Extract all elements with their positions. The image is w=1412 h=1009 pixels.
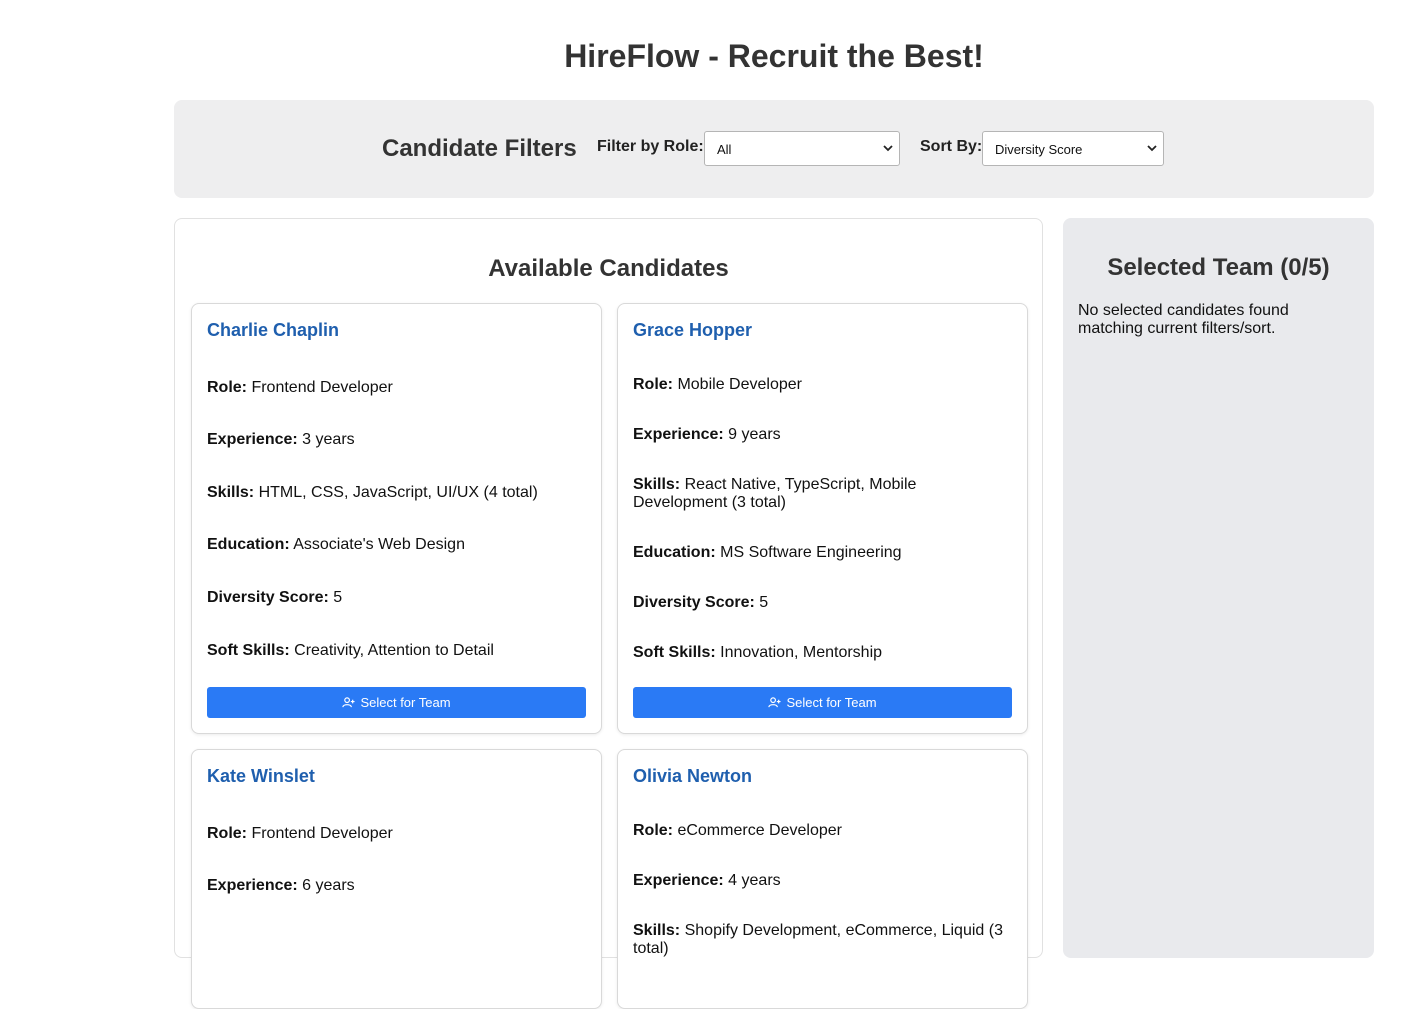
candidate-role: Role: eCommerce Developer xyxy=(633,822,842,839)
candidate-name[interactable]: Charlie Chaplin xyxy=(207,320,339,341)
candidate-card: Kate Winslet Role: Frontend Developer Ex… xyxy=(191,749,602,1009)
available-candidates-panel: Available Candidates Charlie Chaplin Rol… xyxy=(174,218,1043,1009)
candidate-education: Education: MS Software Engineering xyxy=(633,544,902,561)
select-for-team-button[interactable]: Select for Team xyxy=(207,687,586,718)
candidate-diversity-score: Diversity Score: 5 xyxy=(207,589,343,606)
empty-team-message: No selected candidates found matching cu… xyxy=(1078,302,1289,337)
candidate-experience: Experience: 9 years xyxy=(633,426,781,443)
available-candidates-title: Available Candidates xyxy=(488,255,729,282)
candidate-card: Grace Hopper Role: Mobile Developer Expe… xyxy=(617,303,1028,734)
sort-select[interactable]: Diversity Score xyxy=(982,131,1164,166)
candidate-role: Role: Frontend Developer xyxy=(207,379,393,396)
sort-value: Diversity Score xyxy=(995,142,1083,157)
select-for-team-label: Select for Team xyxy=(360,695,451,710)
candidate-diversity-score: Diversity Score: 5 xyxy=(633,594,769,611)
role-filter-value: All xyxy=(717,142,732,157)
candidate-experience: Experience: 4 years xyxy=(633,872,781,889)
app-title: HireFlow - Recruit the Best! xyxy=(564,38,984,74)
sort-label: Sort By: xyxy=(920,138,983,155)
selected-team-panel: Selected Team (0/5) No selected candidat… xyxy=(1063,218,1374,958)
filters-bar: Candidate Filters Filter by Role: All So… xyxy=(174,100,1374,198)
candidate-role: Role: Mobile Developer xyxy=(633,376,802,393)
candidate-skills: Skills: HTML, CSS, JavaScript, UI/UX (4 … xyxy=(207,484,538,501)
candidate-soft-skills: Soft Skills: Innovation, Mentorship xyxy=(633,644,883,661)
candidate-card: Charlie Chaplin Role: Frontend Developer… xyxy=(191,303,602,734)
candidate-skills: Skills: React Native, TypeScript, Mobile… xyxy=(633,476,917,511)
selected-team-title: Selected Team (0/5) xyxy=(1107,254,1330,281)
candidate-card: Olivia Newton Role: eCommerce Developer … xyxy=(617,749,1028,1009)
candidate-name[interactable]: Grace Hopper xyxy=(633,320,752,341)
role-filter-select[interactable]: All xyxy=(704,131,900,166)
user-plus-icon xyxy=(768,697,781,708)
candidate-experience: Experience: 3 years xyxy=(207,431,355,448)
candidate-soft-skills: Soft Skills: Creativity, Attention to De… xyxy=(207,642,494,659)
candidate-name[interactable]: Kate Winslet xyxy=(207,766,315,787)
chevron-down-icon xyxy=(883,145,893,152)
candidate-skills: Skills: Shopify Development, eCommerce, … xyxy=(633,922,1003,957)
candidate-role: Role: Frontend Developer xyxy=(207,825,393,842)
candidate-education: Education: Associate's Web Design xyxy=(207,536,465,553)
candidate-experience: Experience: 6 years xyxy=(207,877,355,894)
candidate-name[interactable]: Olivia Newton xyxy=(633,766,752,787)
chevron-down-icon xyxy=(1147,145,1157,152)
select-for-team-label: Select for Team xyxy=(786,695,877,710)
select-for-team-button[interactable]: Select for Team xyxy=(633,687,1012,718)
role-filter-label: Filter by Role: xyxy=(597,138,704,155)
user-plus-icon xyxy=(342,697,355,708)
filters-title: Candidate Filters xyxy=(382,135,577,162)
